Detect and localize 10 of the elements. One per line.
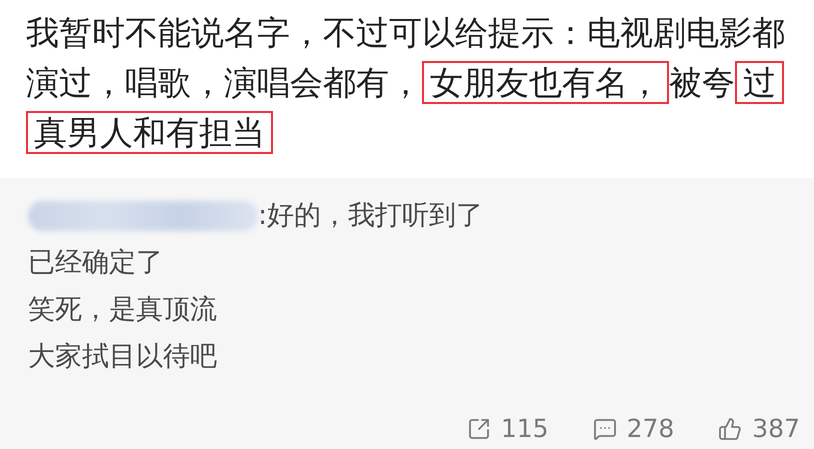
comment-count[interactable]: 278 bbox=[592, 414, 674, 443]
repost-count[interactable]: 115 bbox=[466, 414, 549, 443]
comment-icon bbox=[592, 416, 617, 440]
like-count[interactable]: 387 bbox=[718, 414, 800, 443]
repost-icon bbox=[466, 416, 491, 440]
comment-text: 已经确定了 bbox=[28, 246, 163, 280]
comment-text: :好的，我打听到了 bbox=[258, 199, 484, 233]
comment-text: 大家拭目以待吧 bbox=[28, 340, 217, 374]
comment-text: 笑死，是真顶流 bbox=[28, 293, 217, 327]
thumbs-up-icon bbox=[718, 416, 742, 440]
